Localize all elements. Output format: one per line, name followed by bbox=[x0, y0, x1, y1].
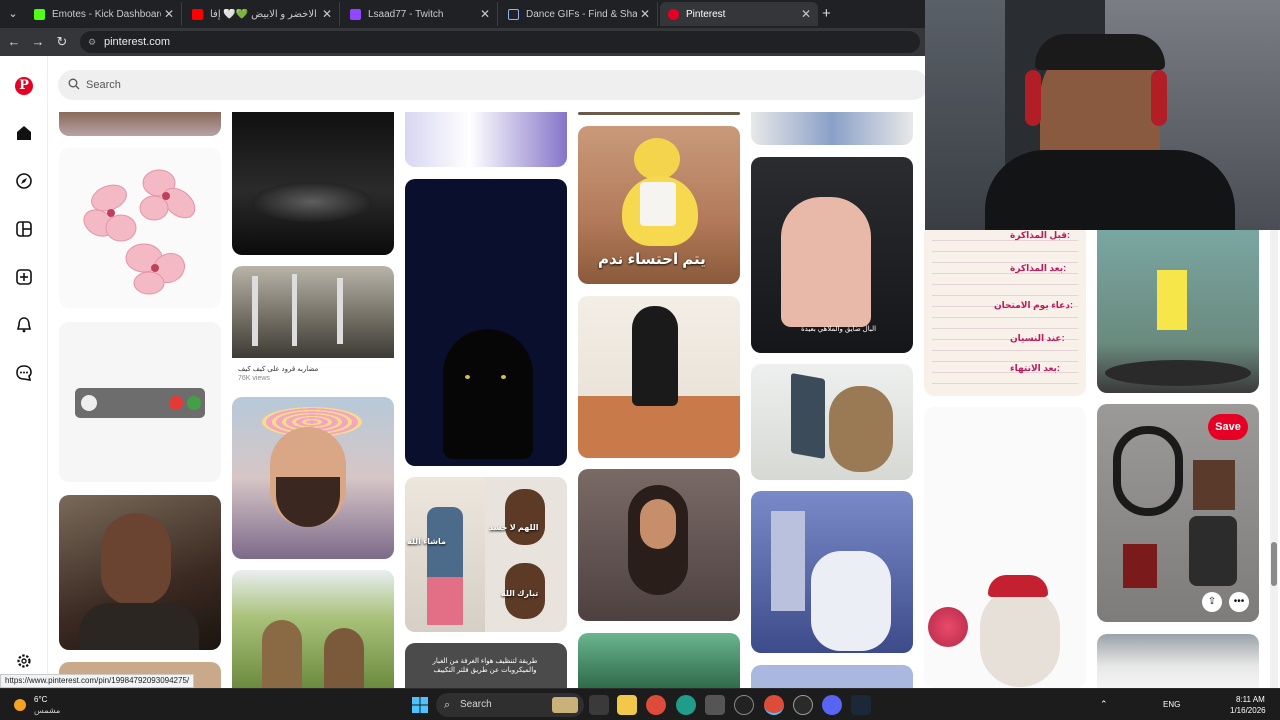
notifications-icon[interactable] bbox=[14, 315, 34, 335]
forward-icon[interactable]: → bbox=[30, 34, 46, 50]
share-icon[interactable]: ⇪ bbox=[1202, 592, 1222, 612]
site-info-icon[interactable]: ⚙ bbox=[88, 31, 96, 53]
windows-taskbar: 6°C مشمس ⌕ Search ⌃ ENG 8:11 AM 1/16/202… bbox=[0, 688, 1280, 720]
pinterest-icon bbox=[668, 8, 679, 20]
store-icon[interactable] bbox=[705, 695, 725, 715]
browser-tab-bar: ⌄ Emotes - Kick Dashboard ✕ رفرف الاخضر … bbox=[0, 0, 925, 28]
close-icon[interactable]: ✕ bbox=[637, 7, 653, 21]
file-explorer-icon[interactable] bbox=[617, 695, 637, 715]
language-indicator[interactable]: ENG bbox=[1163, 700, 1180, 709]
url-field[interactable]: ⚙ pinterest.com bbox=[80, 31, 920, 53]
close-icon[interactable]: ✕ bbox=[798, 7, 814, 21]
pin-woman[interactable] bbox=[578, 469, 740, 621]
pin-monkey-computer[interactable] bbox=[751, 364, 913, 480]
pin-image[interactable] bbox=[59, 112, 221, 136]
pin-cat-tulips[interactable] bbox=[924, 407, 1086, 688]
pin-study-duas[interactable]: قبل المذاكرة: بعد المذاكرة: دعاء يوم الا… bbox=[924, 230, 1086, 396]
chrome-icon[interactable] bbox=[646, 695, 666, 715]
pinterest-sidebar: P bbox=[0, 56, 48, 688]
close-icon[interactable]: ✕ bbox=[319, 7, 335, 21]
search-icon: ⌕ bbox=[444, 699, 451, 711]
pin-dark-wave[interactable] bbox=[232, 112, 394, 255]
task-view-icon[interactable] bbox=[589, 695, 609, 715]
link-preview-url: https://www.pinterest.com/pin/1998479209… bbox=[0, 674, 195, 688]
youtube-icon bbox=[192, 8, 203, 20]
pin-kids-meme[interactable]: اللهم لا حسد ماشاء الله تبارك الله bbox=[405, 477, 567, 632]
close-icon[interactable]: ✕ bbox=[477, 7, 493, 21]
create-icon[interactable] bbox=[14, 267, 34, 287]
pin-spongebob[interactable] bbox=[1097, 230, 1259, 393]
weather-sun-icon bbox=[14, 699, 26, 711]
discord-icon[interactable] bbox=[822, 695, 842, 715]
pin-call-widget[interactable] bbox=[59, 322, 221, 482]
taskbar-search[interactable]: ⌕ Search bbox=[436, 693, 584, 717]
pin-flowers[interactable] bbox=[59, 148, 221, 308]
weather-temp[interactable]: 6°C bbox=[34, 695, 47, 704]
tab-youtube[interactable]: رفرف الاخضر و الابيض 💚🤍 إفا... ✕ bbox=[184, 2, 340, 26]
more-icon[interactable]: ••• bbox=[1229, 592, 1249, 612]
pin-crying-man[interactable] bbox=[59, 495, 221, 650]
pin-hooded-figure[interactable] bbox=[578, 296, 740, 458]
tray-chevron-icon[interactable]: ⌃ bbox=[1100, 699, 1108, 710]
settings-icon[interactable] bbox=[14, 651, 34, 671]
new-tab-button[interactable]: + bbox=[822, 5, 836, 23]
close-icon[interactable]: ✕ bbox=[161, 7, 177, 21]
tab-twitch[interactable]: Lsaad77 - Twitch ✕ bbox=[342, 2, 498, 26]
cherry-blossom-image bbox=[83, 169, 196, 295]
pin-image[interactable] bbox=[751, 665, 913, 688]
pin-image[interactable] bbox=[405, 112, 567, 167]
giphy-icon bbox=[508, 8, 519, 20]
search-highlight-image bbox=[552, 697, 578, 713]
home-icon[interactable] bbox=[14, 123, 34, 143]
pin-image[interactable] bbox=[578, 112, 740, 115]
reload-icon[interactable]: ↻ bbox=[54, 34, 70, 50]
chrome-active-icon[interactable] bbox=[764, 695, 784, 715]
pin-tips[interactable]: طريقة لتنظيف هواء الغرفة من الغبار والمي… bbox=[405, 643, 567, 688]
pin-marmots[interactable] bbox=[232, 570, 394, 688]
steam-icon[interactable] bbox=[851, 695, 871, 715]
twitch-icon bbox=[350, 8, 361, 20]
tab-search-icon[interactable]: ⌄ bbox=[4, 5, 22, 23]
pinterest-logo-icon[interactable]: P bbox=[14, 76, 34, 96]
tab-giphy[interactable]: Dance GIFs - Find & Share on GIPHY ✕ bbox=[500, 2, 658, 26]
messages-icon[interactable] bbox=[14, 363, 34, 383]
pin-black-panther[interactable] bbox=[405, 179, 567, 466]
clock-date[interactable]: 1/16/2026 bbox=[1230, 706, 1266, 715]
search-icon bbox=[68, 78, 80, 90]
weather-desc: مشمس bbox=[34, 706, 61, 715]
pin-image[interactable] bbox=[578, 633, 740, 688]
app-icon[interactable] bbox=[793, 695, 813, 715]
tab-kick[interactable]: Emotes - Kick Dashboard ✕ bbox=[26, 2, 182, 26]
pin-duck[interactable]: يتم احتساء ندم bbox=[578, 126, 740, 284]
save-button[interactable]: Save bbox=[1208, 414, 1248, 440]
back-icon[interactable]: ← bbox=[6, 34, 22, 50]
search-input[interactable] bbox=[86, 75, 486, 95]
pin-monkeys-video[interactable]: مضاربه قرود على كيف كيف 76K views bbox=[232, 266, 394, 384]
pin-face-filter[interactable] bbox=[232, 397, 394, 559]
explore-icon[interactable] bbox=[14, 171, 34, 191]
pin-baby-hand[interactable]: البال ضايق والملاهي بعيدة bbox=[751, 157, 913, 353]
search-bar[interactable] bbox=[58, 70, 928, 100]
scrollbar-thumb[interactable] bbox=[1271, 542, 1277, 586]
webcam-overlay bbox=[925, 0, 1280, 230]
clock-time[interactable]: 8:11 AM bbox=[1236, 695, 1265, 704]
pin-image[interactable] bbox=[751, 112, 913, 145]
tab-pinterest[interactable]: Pinterest ✕ bbox=[660, 2, 818, 26]
boards-icon[interactable] bbox=[14, 219, 34, 239]
kick-icon bbox=[34, 8, 45, 20]
pin-image[interactable] bbox=[1097, 634, 1259, 688]
call-bar bbox=[75, 388, 205, 418]
address-toolbar: ← → ↻ ⚙ pinterest.com bbox=[0, 28, 925, 56]
obs-icon[interactable] bbox=[734, 695, 754, 715]
start-icon[interactable] bbox=[410, 695, 430, 715]
edge-icon[interactable] bbox=[676, 695, 696, 715]
pin-cat-payphone[interactable] bbox=[751, 491, 913, 653]
page-scrollbar[interactable] bbox=[1270, 230, 1278, 688]
